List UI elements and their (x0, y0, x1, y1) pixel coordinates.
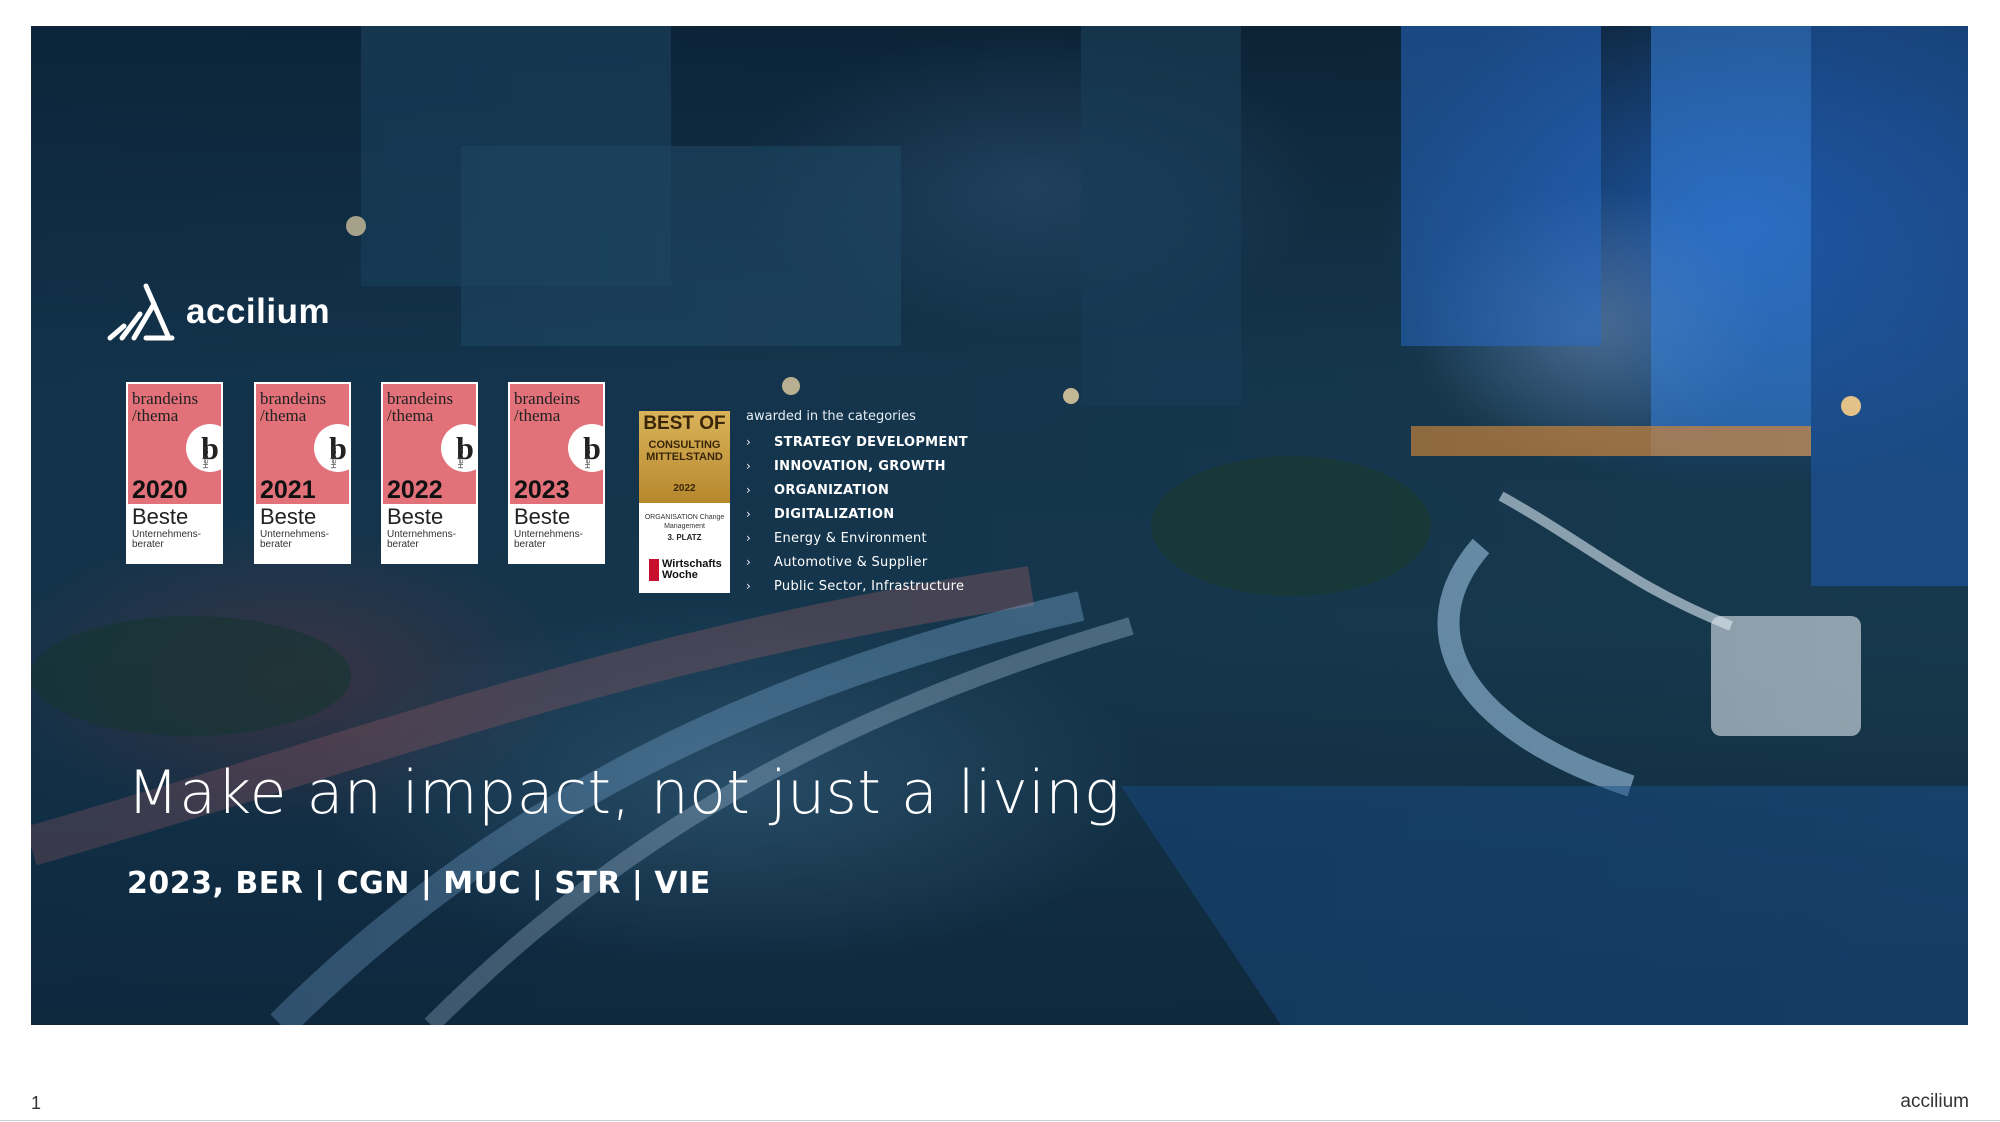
gold-badge-year: 2022 (673, 483, 696, 494)
chevron-right-icon: › (746, 507, 751, 521)
accilium-logo-icon (107, 283, 175, 341)
chevron-right-icon: › (746, 531, 751, 545)
chevron-right-icon: › (746, 459, 751, 473)
best-of-consulting-badge: BEST OF CONSULTING MITTELSTAND 2022 ORGA… (639, 411, 730, 593)
chevron-right-icon: › (746, 579, 751, 593)
badge-year: 2020 (132, 476, 188, 504)
gold-badge-category: ORGANISATION Change Management (644, 514, 725, 530)
list-item: › STRATEGY DEVELOPMENT (746, 430, 968, 454)
footer-brand: accilium (1900, 1091, 1969, 1112)
list-item: › Energy & Environment (746, 526, 968, 550)
award-category-label: Energy & Environment (774, 530, 927, 546)
awards-intro: awarded in the categories (746, 409, 916, 424)
badge-brand: brandeins /thema (132, 389, 199, 425)
award-category-label: Automotive & Supplier (774, 554, 928, 570)
award-badge-2022: brandeins /thema b 2022 Beste Unternehme… (381, 382, 478, 564)
gold-badge-place: 3. PLATZ (667, 533, 702, 542)
badge-bottom: Beste Unternehmens-berater (256, 504, 349, 562)
award-badge-2021: brandeins /thema b 2021 Beste Unternehme… (254, 382, 351, 564)
badge-year: 2023 (514, 476, 570, 504)
wirtschaftswoche-text: Wirtschafts Woche (662, 558, 722, 581)
award-category-label: ORGANIZATION (774, 482, 890, 498)
award-badge-2023: brandeins /thema b 2023 Beste Unternehme… (508, 382, 605, 564)
badge-issue: Heft 25 (585, 446, 593, 469)
badge-best: Beste (514, 504, 571, 529)
badge-best: Beste (260, 504, 317, 529)
badge-best: Beste (387, 504, 444, 529)
badge-year: 2022 (387, 476, 443, 504)
badge-subtitle: Unternehmens-berater (514, 529, 583, 550)
badge-issue: Heft 19 (331, 446, 339, 469)
badge-brand: brandeins /thema (514, 389, 581, 425)
badge-bottom: Beste Unternehmens-berater (510, 504, 603, 562)
accilium-logo: accilium (104, 282, 330, 342)
award-category-label: DIGITALIZATION (774, 506, 895, 522)
chevron-right-icon: › (746, 555, 751, 569)
badge-bottom: Beste Unternehmens-berater (128, 504, 221, 562)
chevron-right-icon: › (746, 483, 751, 497)
footer-divider (0, 1120, 2000, 1121)
badge-issue: Heft 22 (458, 446, 466, 469)
badge-brand: brandeins /thema (260, 389, 327, 425)
wirtschaftswoche-logo: Wirtschafts Woche (649, 559, 722, 581)
logo-wordmark: accilium (186, 292, 331, 331)
award-category-label: INNOVATION, GROWTH (774, 458, 946, 474)
award-badge-2020: brandeins /thema b 2020 Beste Unternehme… (126, 382, 223, 564)
locations-subtitle: 2023, BER | CGN | MUC | STR | VIE (127, 866, 711, 901)
gold-badge-subtitle: CONSULTING MITTELSTAND (646, 439, 723, 463)
list-item: › ORGANIZATION (746, 478, 968, 502)
list-item: › DIGITALIZATION (746, 502, 968, 526)
wirtschaftswoche-mark-icon (649, 559, 659, 581)
list-item: › Automotive & Supplier (746, 550, 968, 574)
badge-brand: brandeins /thema (387, 389, 454, 425)
page-number: 1 (31, 1093, 42, 1113)
badge-bottom: Beste Unternehmens-berater (383, 504, 476, 562)
badge-issue: Heft 15 (203, 446, 211, 469)
badge-subtitle: Unternehmens-berater (387, 529, 456, 550)
badge-subtitle: Unternehmens-berater (132, 529, 201, 550)
page-title: Make an impact, not just a living (127, 758, 1121, 828)
badge-year: 2021 (260, 476, 316, 504)
badge-best: Beste (132, 504, 189, 529)
award-categories: awarded in the categories › STRATEGY DEV… (746, 409, 968, 598)
award-category-label: Public Sector, Infrastructure (774, 578, 965, 594)
list-item: › Public Sector, Infrastructure (746, 574, 968, 598)
award-category-label: STRATEGY DEVELOPMENT (774, 434, 968, 450)
chevron-right-icon: › (746, 435, 751, 449)
list-item: › INNOVATION, GROWTH (746, 454, 968, 478)
badge-subtitle: Unternehmens-berater (260, 529, 329, 550)
gold-badge-title: BEST OF (643, 413, 726, 434)
